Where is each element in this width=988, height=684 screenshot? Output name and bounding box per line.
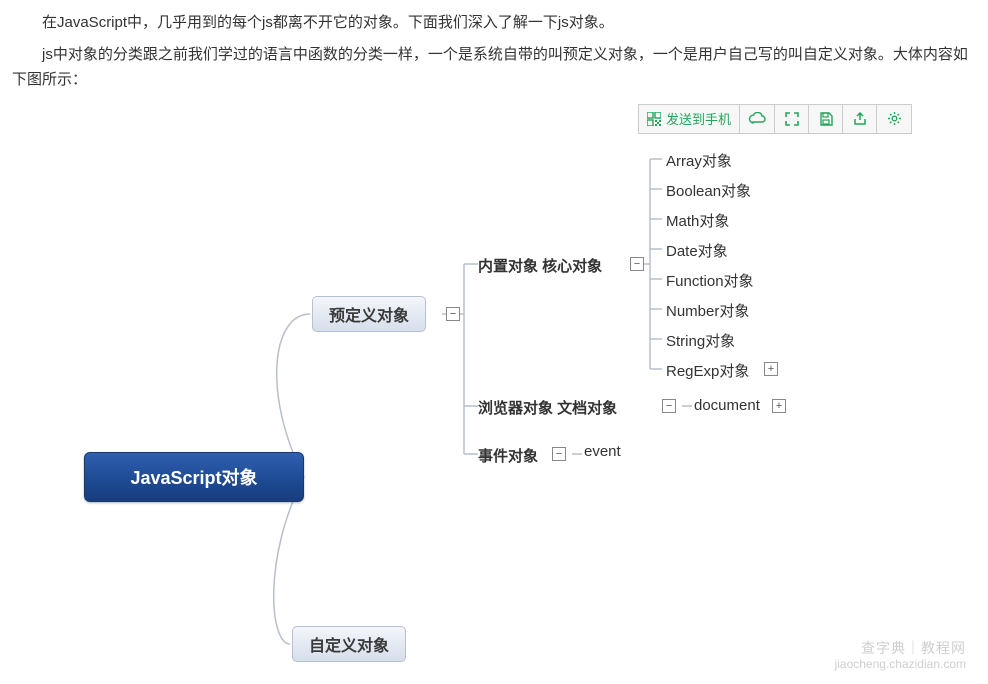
intro-text: 在JavaScript中，几乎用到的每个js都离不开它的对象。下面我们深入了解一… <box>12 10 976 93</box>
event-node[interactable]: 事件对象 <box>478 445 538 466</box>
predefined-node[interactable]: 预定义对象 <box>312 296 426 332</box>
root-node[interactable]: JavaScript对象 <box>84 452 304 502</box>
cloud-icon <box>748 112 766 126</box>
builtin-core-node[interactable]: 内置对象 核心对象 <box>478 255 602 276</box>
qr-icon <box>647 112 661 126</box>
document-toggle[interactable]: + <box>772 399 786 413</box>
builtin-item-math[interactable]: Math对象 <box>666 210 729 231</box>
send-to-phone-label: 发送到手机 <box>666 109 731 128</box>
predefined-toggle[interactable]: − <box>446 307 460 321</box>
cloud-button[interactable] <box>740 105 775 133</box>
predefined-label: 预定义对象 <box>329 302 409 326</box>
builtin-item-date[interactable]: Date对象 <box>666 240 728 261</box>
builtin-item-regexp[interactable]: RegExp对象 <box>666 360 749 381</box>
event-toggle[interactable]: − <box>552 447 566 461</box>
fullscreen-button[interactable] <box>775 105 809 133</box>
builtin-item-number[interactable]: Number对象 <box>666 300 749 321</box>
builtin-item-array[interactable]: Array对象 <box>666 150 732 171</box>
event-leaf-node[interactable]: event <box>584 443 621 460</box>
browser-doc-toggle[interactable]: − <box>662 399 676 413</box>
builtin-item-boolean[interactable]: Boolean对象 <box>666 180 751 201</box>
gear-icon <box>887 111 902 126</box>
diagram-toolbar: 发送到手机 <box>638 104 912 134</box>
mindmap-diagram: 发送到手机 <box>12 99 972 674</box>
builtin-item-string[interactable]: String对象 <box>666 330 735 351</box>
builtin-toggle[interactable]: − <box>630 257 644 271</box>
browser-doc-node[interactable]: 浏览器对象 文档对象 <box>478 397 617 418</box>
event-label: 事件对象 <box>478 448 538 465</box>
document-label: document <box>694 397 760 414</box>
builtin-core-label: 内置对象 核心对象 <box>478 258 602 275</box>
intro-paragraph-1: 在JavaScript中，几乎用到的每个js都离不开它的对象。下面我们深入了解一… <box>12 10 976 36</box>
save-icon <box>819 112 833 126</box>
watermark-line2: jiaocheng.chazidian.com <box>835 657 966 671</box>
fullscreen-icon <box>785 112 799 126</box>
send-to-phone-button[interactable]: 发送到手机 <box>639 105 740 133</box>
browser-doc-label: 浏览器对象 文档对象 <box>478 400 617 417</box>
document-node[interactable]: document <box>694 397 760 414</box>
save-button[interactable] <box>809 105 843 133</box>
root-label: JavaScript对象 <box>130 464 257 490</box>
intro-paragraph-2: js中对象的分类跟之前我们学过的语言中函数的分类一样，一个是系统自带的叫预定义对… <box>12 42 976 93</box>
regexp-toggle[interactable]: + <box>764 362 778 376</box>
builtin-item-function[interactable]: Function对象 <box>666 270 754 291</box>
watermark-line1: 查字典｜教程网 <box>835 640 966 657</box>
event-leaf-label: event <box>584 443 621 460</box>
settings-button[interactable] <box>877 105 911 133</box>
custom-node[interactable]: 自定义对象 <box>292 626 406 662</box>
custom-label: 自定义对象 <box>309 632 389 656</box>
share-icon <box>853 112 867 126</box>
share-button[interactable] <box>843 105 877 133</box>
